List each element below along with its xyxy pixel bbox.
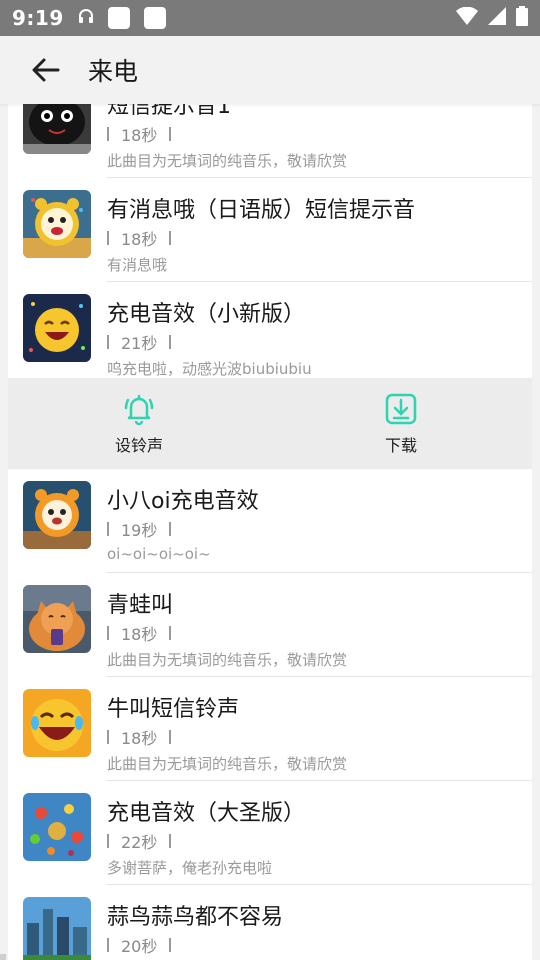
scroll-edge xyxy=(0,954,6,960)
thumbnail-black-fluffy-creature xyxy=(23,104,91,154)
thumbnail-orange-alarm-clock xyxy=(23,481,91,549)
item-duration: 22秒 xyxy=(107,829,172,853)
item-duration: 19秒 xyxy=(107,517,172,541)
item-duration: 21秒 xyxy=(107,330,172,354)
item-title: 短信提示音1 xyxy=(107,104,231,119)
list-item[interactable]: 充电音效（小新版） 21秒 呜充电啦，动感光波biubiubiu xyxy=(8,282,532,386)
status-bar: 9:19 xyxy=(0,0,540,36)
item-title: 小八oi充电音效 xyxy=(107,489,259,514)
thumbnail-yellow-alarm-clock xyxy=(23,190,91,258)
set-ringtone-label: 设铃声 xyxy=(114,435,163,455)
list-item[interactable]: 充电音效（大圣版） 22秒 多谢菩萨，俺老孙充电啦 xyxy=(8,781,532,885)
list-item[interactable]: 蒜鸟蒜鸟都不容易 20秒 xyxy=(8,885,532,960)
item-title: 充电音效（小新版） xyxy=(107,302,306,327)
list-item[interactable]: 有消息哦（日语版）短信提示音 18秒 有消息哦 xyxy=(8,178,532,282)
item-title: 蒜鸟蒜鸟都不容易 xyxy=(107,905,284,930)
item-title: 牛叫短信铃声 xyxy=(107,697,240,722)
thumbnail-city-skyline xyxy=(23,897,91,960)
download-button[interactable]: 下载 xyxy=(270,378,532,469)
item-title: 充电音效（大圣版） xyxy=(107,801,306,826)
item-duration: 18秒 xyxy=(107,725,172,749)
item-subtitle: oi~oi~oi~oi~ xyxy=(107,545,211,563)
thumbnail-laughing-emoji xyxy=(23,294,91,362)
download-label: 下载 xyxy=(384,435,417,455)
thumbnail-crying-laughing-emoji xyxy=(23,689,91,757)
item-title: 青蛙叫 xyxy=(107,593,174,618)
list-item[interactable]: 短信提示音1 18秒 此曲目为无填词的纯音乐，敬请欣赏 xyxy=(8,104,532,178)
status-time: 9:19 xyxy=(12,6,64,30)
item-subtitle: 此曲目为无填词的纯音乐，敬请欣赏 xyxy=(107,755,348,773)
item-title: 有消息哦（日语版）短信提示音 xyxy=(107,198,416,223)
item-duration: 18秒 xyxy=(107,122,172,146)
battery-icon xyxy=(516,6,528,30)
set-ringtone-button[interactable]: 设铃声 xyxy=(8,378,270,469)
app-bar: 来电 xyxy=(0,36,540,104)
list-item[interactable]: 小八oi充电音效 19秒 oi~oi~oi~oi~ xyxy=(8,469,532,573)
item-subtitle: 此曲目为无填词的纯音乐，敬请欣赏 xyxy=(107,152,348,170)
headphones-icon xyxy=(78,8,94,28)
ringtone-list[interactable]: 短信提示音1 18秒 此曲目为无填词的纯音乐，敬请欣赏 有消息哦（日语版）短信提… xyxy=(8,104,532,960)
list-item[interactable]: 牛叫短信铃声 18秒 此曲目为无填词的纯音乐，敬请欣赏 xyxy=(8,677,532,781)
wifi-icon xyxy=(456,6,478,29)
back-arrow-icon xyxy=(32,58,60,82)
list-item[interactable]: 青蛙叫 18秒 此曲目为无填词的纯音乐，敬请欣赏 xyxy=(8,573,532,677)
thumbnail-orange-cat-phone xyxy=(23,585,91,653)
back-button[interactable] xyxy=(16,40,76,100)
bell-icon xyxy=(124,394,154,425)
item-subtitle: 此曲目为无填词的纯音乐，敬请欣赏 xyxy=(107,651,348,669)
app-square-icon xyxy=(107,7,130,29)
item-subtitle: 多谢菩萨，俺老孙充电啦 xyxy=(107,859,273,877)
download-icon xyxy=(385,393,417,424)
item-action-panel: 设铃声 下载 xyxy=(8,378,532,469)
signal-icon xyxy=(488,7,506,29)
page-title: 来电 xyxy=(88,57,139,86)
item-duration: 18秒 xyxy=(107,226,172,250)
app-square-icon xyxy=(143,7,166,29)
item-subtitle: 呜充电啦，动感光波biubiubiu xyxy=(107,360,312,378)
item-duration: 18秒 xyxy=(107,621,172,645)
thumbnail-flying-fruits xyxy=(23,793,91,861)
item-subtitle: 有消息哦 xyxy=(107,256,168,274)
item-duration: 20秒 xyxy=(107,933,172,957)
